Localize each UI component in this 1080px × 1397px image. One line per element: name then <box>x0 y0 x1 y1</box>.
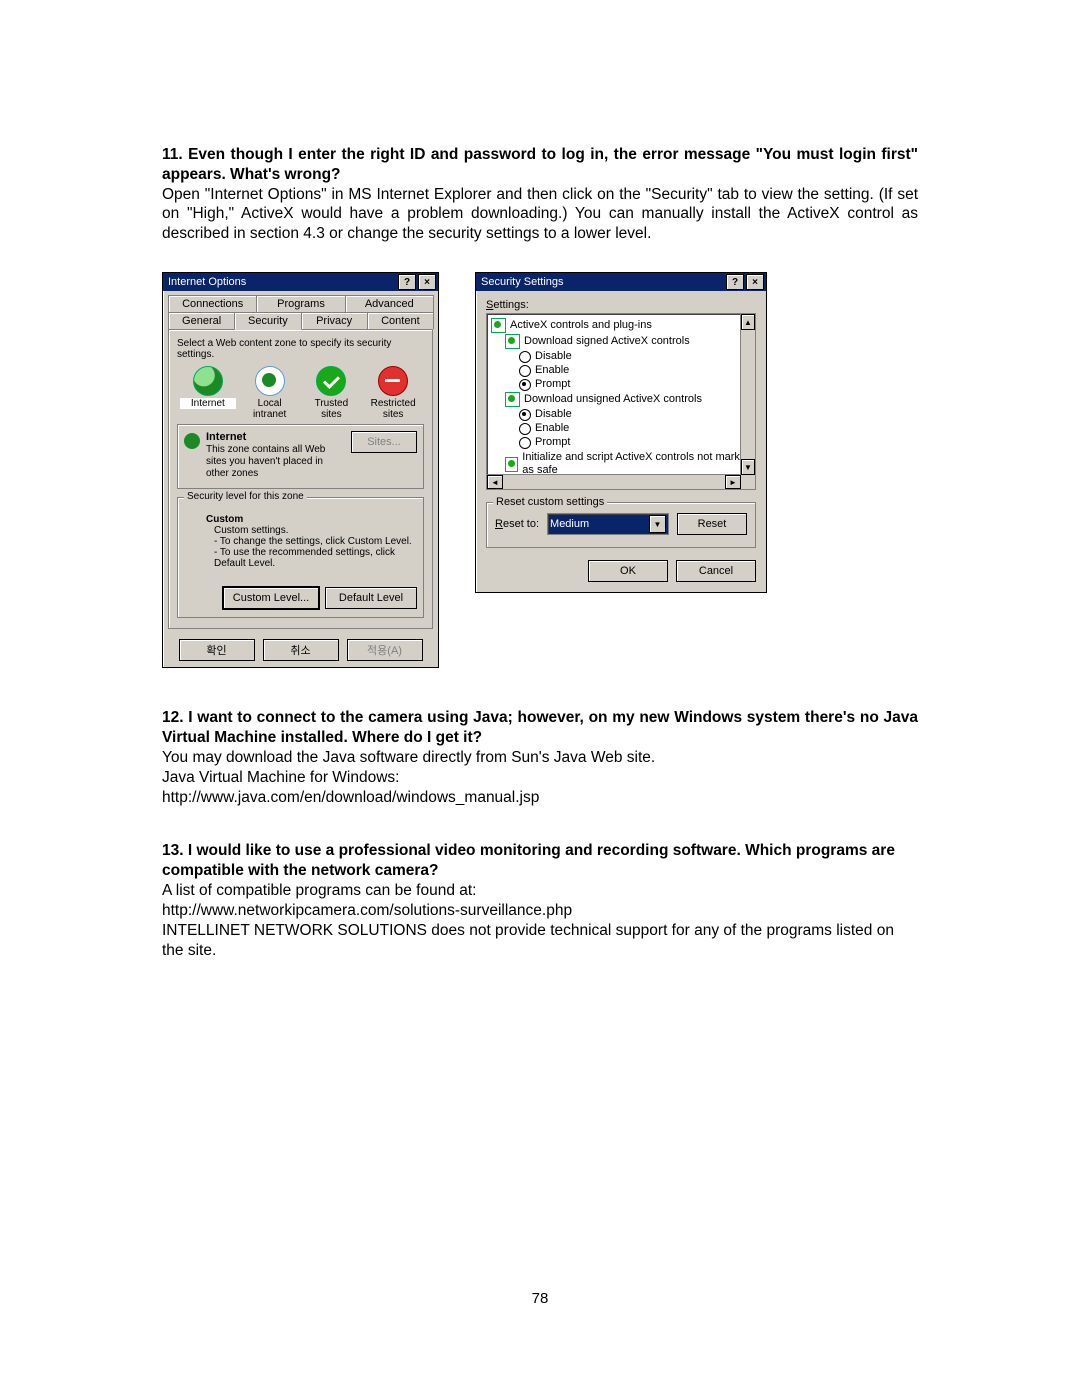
globe-icon <box>193 366 223 396</box>
zone-internet[interactable]: Internet <box>180 366 236 420</box>
zone-intranet-label: Local intranet <box>242 398 298 420</box>
ok-button[interactable]: OK <box>588 560 668 582</box>
zone-restricted[interactable]: Restricted sites <box>365 366 421 420</box>
opt-g0-2[interactable]: Prompt <box>519 378 755 392</box>
faq12-answer-l1: You may download the Java software direc… <box>162 748 918 768</box>
trusted-icon <box>316 366 346 396</box>
faq13-answer-l2: http://www.networkipcamera.com/solutions… <box>162 901 918 921</box>
cancel-button[interactable]: 취소 <box>263 639 339 661</box>
tab-connections[interactable]: Connections <box>168 295 257 312</box>
intranet-icon <box>255 366 285 396</box>
custom-line3: - To use the recommended settings, click… <box>214 547 417 569</box>
chevron-down-icon[interactable]: ▼ <box>649 515 666 533</box>
gear-icon <box>505 334 520 349</box>
tree-root: ActiveX controls and plug-ins <box>510 319 652 333</box>
close-button[interactable]: × <box>418 274 436 290</box>
faq12-answer-l2: Java Virtual Machine for Windows: <box>162 768 918 788</box>
tab-security[interactable]: Security <box>234 312 301 330</box>
restricted-icon <box>378 366 408 396</box>
zone-internet-label: Internet <box>180 398 236 409</box>
tab-advanced[interactable]: Advanced <box>345 295 434 312</box>
scroll-down-icon[interactable]: ▼ <box>741 459 755 475</box>
scrollbar-horizontal[interactable]: ◄ ► <box>487 474 741 489</box>
tree-g1: Download unsigned ActiveX controls <box>524 393 702 407</box>
zone-local-intranet[interactable]: Local intranet <box>242 366 298 420</box>
zoneinfo-head: Internet <box>206 431 345 444</box>
scrollbar-vertical[interactable]: ▲ ▼ <box>740 314 755 475</box>
internet-options-dialog: Internet Options ? × Connections Program… <box>162 272 439 668</box>
tab-general[interactable]: General <box>168 312 235 329</box>
zone-trusted[interactable]: Trusted sites <box>303 366 359 420</box>
page-number: 78 <box>162 1290 918 1307</box>
ss-title: Security Settings <box>478 276 724 288</box>
io-titlebar: Internet Options ? × <box>163 273 438 291</box>
reset-to-combo[interactable]: Medium ▼ <box>547 513 669 535</box>
zone-restricted-label: Restricted sites <box>365 398 421 420</box>
faq11-question: 11. Even though I enter the right ID and… <box>162 145 918 185</box>
screenshot-dialogs: Internet Options ? × Connections Program… <box>162 272 918 668</box>
security-level-legend: Security level for this zone <box>184 491 307 502</box>
close-button[interactable]: × <box>746 274 764 290</box>
security-settings-dialog: Security Settings ? × Settings: ActiveX … <box>475 272 767 593</box>
scroll-corner <box>741 475 755 489</box>
scroll-left-icon[interactable]: ◄ <box>487 475 503 489</box>
sites-button[interactable]: Sites... <box>351 431 417 453</box>
reset-button[interactable]: Reset <box>677 513 747 535</box>
reset-legend: Reset custom settings <box>493 496 607 508</box>
zoneinfo-text: This zone contains all Web sites you hav… <box>206 444 345 480</box>
zone-instruction: Select a Web content zone to specify its… <box>177 338 424 360</box>
zones-row: Internet Local intranet Trusted sites <box>177 366 424 420</box>
ss-titlebar: Security Settings ? × <box>476 273 766 291</box>
reset-custom-group: Reset custom settings Reset to: Medium ▼… <box>486 502 756 548</box>
io-title: Internet Options <box>165 276 396 288</box>
scroll-right-icon[interactable]: ► <box>725 475 741 489</box>
faq11-question-text: 11. Even though I enter the right ID and… <box>162 146 918 183</box>
opt-g1-1[interactable]: Enable <box>519 422 755 436</box>
custom-level-button[interactable]: Custom Level... <box>223 587 319 609</box>
security-level-group: Security level for this zone Custom Cust… <box>177 497 424 618</box>
faq13-answer-l3: INTELLINET NETWORK SOLUTIONS does not pr… <box>162 921 918 961</box>
ok-button[interactable]: 확인 <box>179 639 255 661</box>
gear-icon <box>505 392 520 407</box>
faq13-answer-l1: A list of compatible programs can be fou… <box>162 881 918 901</box>
custom-line1: Custom settings. <box>214 525 417 536</box>
globe-mini-icon <box>184 433 200 449</box>
reset-to-value: Medium <box>550 518 649 530</box>
opt-g0-1[interactable]: Enable <box>519 364 755 378</box>
help-button[interactable]: ? <box>726 274 744 290</box>
custom-line2: - To change the settings, click Custom L… <box>214 536 417 547</box>
faq12-answer-l3: http://www.java.com/en/download/windows_… <box>162 788 918 808</box>
tab-content[interactable]: Content <box>367 312 434 329</box>
zone-info-box: Internet This zone contains all Web site… <box>177 424 424 489</box>
zone-trusted-label: Trusted sites <box>303 398 359 420</box>
apply-button[interactable]: 적용(A) <box>347 639 423 661</box>
settings-listbox[interactable]: ActiveX controls and plug-ins Download s… <box>486 313 756 490</box>
custom-head: Custom <box>206 514 417 525</box>
tree-g0: Download signed ActiveX controls <box>524 335 690 349</box>
settings-label: Settings: <box>486 299 756 311</box>
help-button[interactable]: ? <box>398 274 416 290</box>
gear-icon <box>505 457 518 472</box>
opt-g1-2[interactable]: Prompt <box>519 436 755 450</box>
tab-privacy[interactable]: Privacy <box>301 312 368 329</box>
scroll-up-icon[interactable]: ▲ <box>741 314 755 330</box>
reset-to-label: Reset to: <box>495 518 539 530</box>
faq12-question: 12. I want to connect to the camera usin… <box>162 708 918 748</box>
default-level-button[interactable]: Default Level <box>325 587 417 609</box>
gear-icon <box>491 318 506 333</box>
cancel-button[interactable]: Cancel <box>676 560 756 582</box>
faq13-question: 13. I would like to use a professional v… <box>162 841 918 881</box>
opt-g0-0[interactable]: Disable <box>519 350 755 364</box>
security-tab-panel: Select a Web content zone to specify its… <box>168 329 433 629</box>
tab-programs[interactable]: Programs <box>256 295 345 312</box>
opt-g1-0[interactable]: Disable <box>519 408 755 422</box>
faq11-answer: Open "Internet Options" in MS Internet E… <box>162 185 918 244</box>
